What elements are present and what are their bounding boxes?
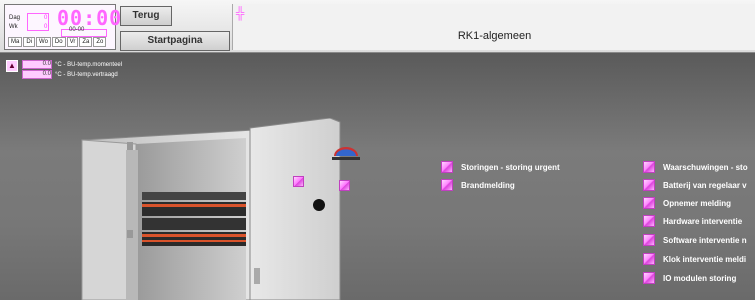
weekday-row: Ma Di Wo Do Vr Za Zo <box>8 37 107 47</box>
week-label: Wk <box>9 24 18 30</box>
status-icon[interactable]: ▲ <box>6 60 18 72</box>
alarm-indicator-icon <box>643 215 655 227</box>
alarm-label: Brandmelding <box>461 180 515 190</box>
alarm-item[interactable]: IO modulen storing <box>643 272 736 284</box>
weekday-mon: Ma <box>8 37 23 47</box>
alarm-label: Batterij van regelaar v <box>663 180 747 190</box>
weekday-thu: Do <box>51 37 66 47</box>
alarm-item[interactable]: Hardware interventie <box>643 215 742 227</box>
alarm-item[interactable]: Software interventie n <box>643 234 747 246</box>
door-alarm-indicator[interactable] <box>339 180 350 191</box>
alarm-indicator-icon <box>643 253 655 265</box>
alarm-label: Klok interventie meldi <box>663 254 747 264</box>
temp-row-current: 0.0 °C - BU-temp.momenteel <box>22 60 122 69</box>
temp-current-label: - BU-temp.momenteel <box>63 61 123 68</box>
alarm-indicator-icon <box>643 161 655 173</box>
day-grid-icon <box>27 13 49 31</box>
weekday-wed: Wo <box>36 37 51 47</box>
alarm-indicator-icon <box>643 234 655 246</box>
alarm-label: Software interventie n <box>663 235 747 245</box>
alarm-item[interactable]: Opnemer melding <box>643 197 731 209</box>
alarm-item[interactable]: Batterij van regelaar v <box>643 179 747 191</box>
weekday-tue: Di <box>23 37 36 47</box>
alarm-item[interactable]: Brandmelding <box>441 179 515 191</box>
top-bar: Dag Wk 0 0 00:00 00-00 Ma Di Wo Do Vr Za… <box>0 0 755 53</box>
weekday-sun: Zo <box>93 37 107 47</box>
temp-delayed-unit: °C <box>55 71 62 78</box>
temp-delayed-value: 0.0 <box>22 70 52 79</box>
cabinet-alarm-indicator[interactable] <box>293 176 304 187</box>
weekday-fri: Vr <box>66 37 79 47</box>
back-button[interactable]: Terug <box>120 6 172 26</box>
clock-panel: Dag Wk 0 0 00:00 00-00 Ma Di Wo Do Vr Za… <box>4 4 121 50</box>
alarm-item[interactable]: Waarschuwingen - sto <box>643 161 748 173</box>
alarm-indicator-icon <box>643 179 655 191</box>
weekday-sat: Za <box>79 37 93 47</box>
alarm-indicator-icon <box>441 179 453 191</box>
alarm-label: Opnemer melding <box>663 198 732 208</box>
alarm-label: Waarschuwingen - sto <box>663 162 748 172</box>
temp-current-value: 0.0 <box>22 60 52 69</box>
alarm-item[interactable]: Klok interventie meldi <box>643 253 746 265</box>
grid-icon[interactable]: ╬ <box>236 6 245 20</box>
door-lock-icon <box>313 199 325 211</box>
alarm-indicator-icon <box>643 197 655 209</box>
page-title: RK1-algemeen <box>457 30 532 42</box>
temp-current-unit: °C <box>55 61 62 68</box>
day-label: Dag <box>9 15 21 21</box>
clock-time: 00:00 <box>57 6 123 30</box>
alarm-indicator-icon <box>441 161 453 173</box>
temp-row-delayed: 0.0 °C - BU-temp.vertraagd <box>22 70 118 79</box>
alarm-label: IO modulen storing <box>663 273 737 283</box>
alarm-indicator-icon <box>643 272 655 284</box>
temp-delayed-label: - BU-temp.vertraagd <box>63 71 118 78</box>
date-value: 00-00 <box>69 27 85 33</box>
alarm-item[interactable]: Storingen - storing urgent <box>441 161 560 173</box>
alarm-label: Hardware interventie <box>663 216 743 226</box>
title-area: RK1-algemeen <box>232 4 755 50</box>
home-button[interactable]: Startpagina <box>120 31 230 51</box>
alarm-label: Storingen - storing urgent <box>461 162 560 172</box>
cabinet-image <box>81 118 360 300</box>
